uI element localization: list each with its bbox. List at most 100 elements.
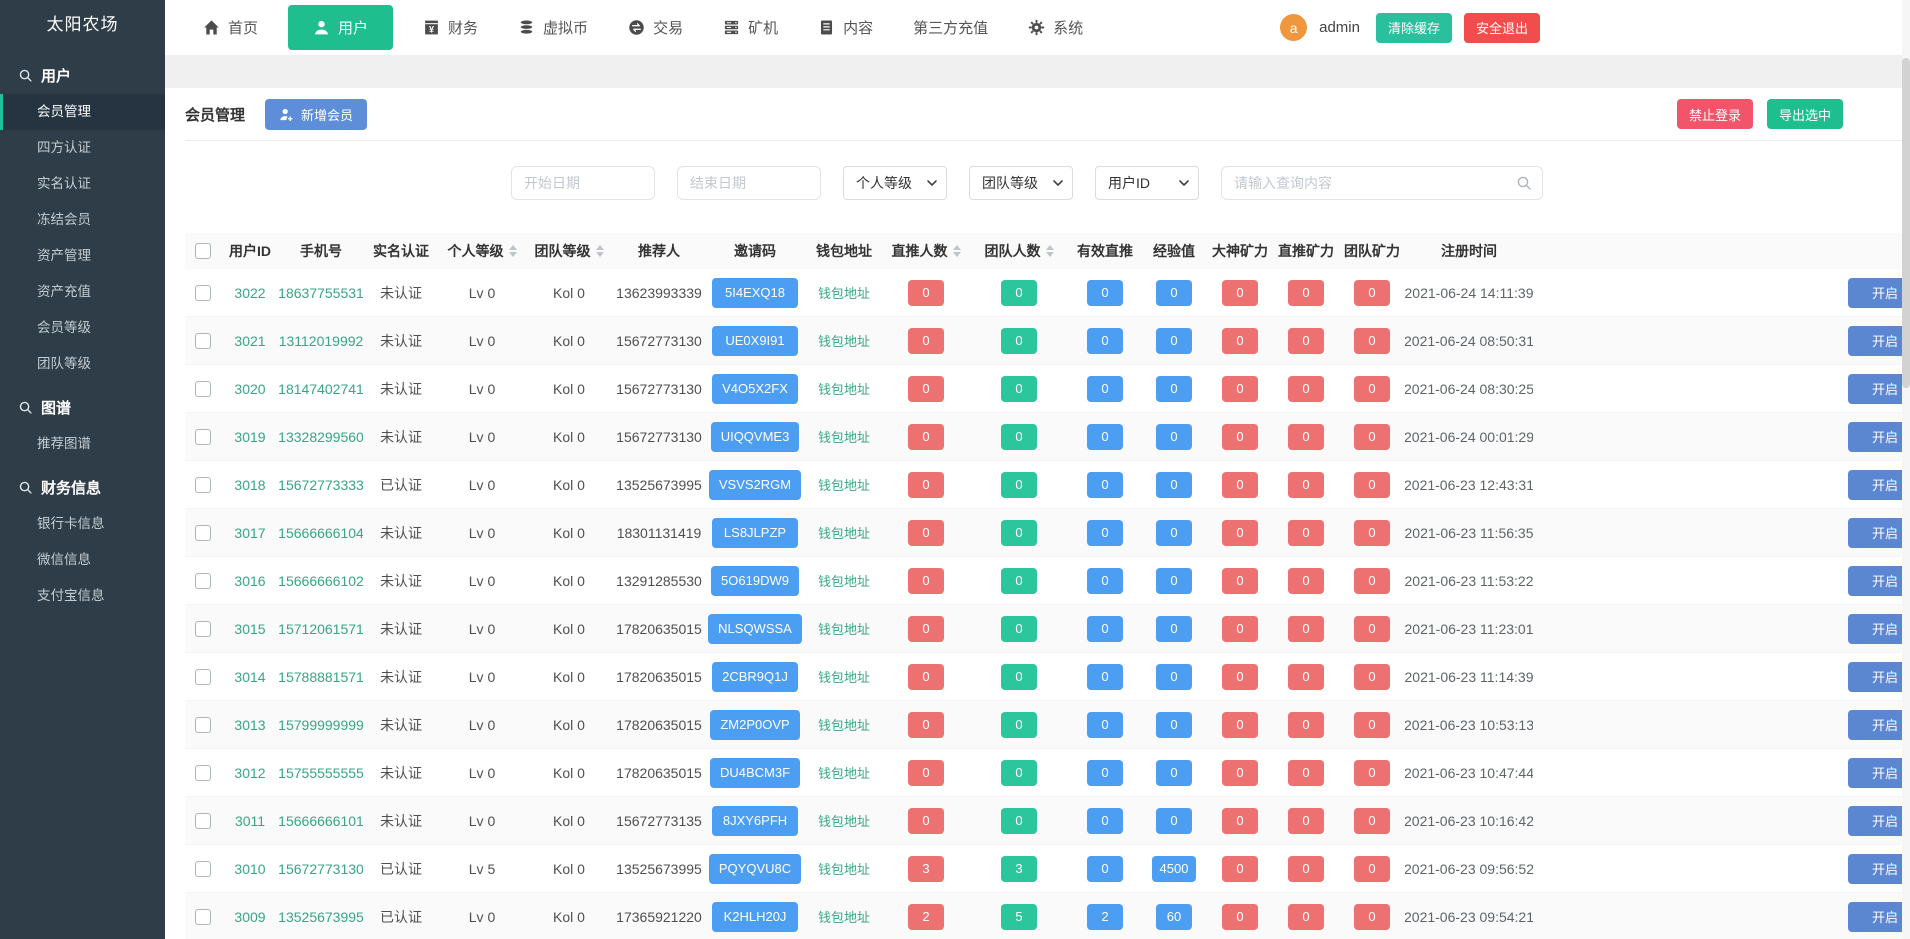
column-header-level[interactable]: 个人等级 <box>439 241 525 261</box>
invite-code-badge[interactable]: K2HLH20J <box>712 902 798 932</box>
open-action-button[interactable]: 开启 <box>1848 662 1910 692</box>
invite-code-badge[interactable]: VSVS2RGM <box>709 470 801 500</box>
phone-link[interactable]: 15672773333 <box>279 477 363 493</box>
search-field-select-control[interactable]: 用户ID <box>1095 166 1199 200</box>
personal-level-select[interactable]: 个人等级 <box>843 166 947 200</box>
phone-link[interactable]: 15666666102 <box>279 573 363 589</box>
user-id-link[interactable]: 3013 <box>234 717 265 733</box>
user-id-link[interactable]: 3015 <box>234 621 265 637</box>
phone-link[interactable]: 15712061571 <box>279 621 363 637</box>
phone-link[interactable]: 15799999999 <box>279 717 363 733</box>
user-id-link[interactable]: 3011 <box>235 813 265 829</box>
user-id-link[interactable]: 3012 <box>234 765 265 781</box>
invite-code-badge[interactable]: UIQQVME3 <box>711 422 800 452</box>
export-selected-button[interactable]: 导出选中 <box>1767 99 1843 129</box>
clear-cache-button[interactable]: 清除缓存 <box>1376 13 1452 43</box>
user-id-link[interactable]: 3018 <box>234 477 265 493</box>
nav-tab-5[interactable]: 矿机 <box>703 0 798 55</box>
sidebar-item[interactable]: 支付宝信息 <box>0 578 165 614</box>
start-date-input[interactable] <box>511 166 655 200</box>
sidebar-item[interactable]: 会员管理 <box>0 94 165 130</box>
nav-tab-6[interactable]: 内容 <box>798 0 893 55</box>
phone-link[interactable]: 15666666104 <box>279 525 363 541</box>
open-action-button[interactable]: 开启 <box>1848 278 1910 308</box>
phone-link[interactable]: 15672773130 <box>279 861 363 877</box>
wallet-address-link[interactable]: 钱包地址 <box>818 283 870 302</box>
row-checkbox[interactable] <box>195 285 211 301</box>
user-id-link[interactable]: 3019 <box>234 429 265 445</box>
scrollbar-thumb[interactable] <box>1902 58 1910 388</box>
nav-tab-1[interactable]: 用户 <box>288 5 393 50</box>
phone-link[interactable]: 18147402741 <box>279 381 363 397</box>
phone-link[interactable]: 13112019992 <box>279 333 363 349</box>
row-checkbox[interactable] <box>195 765 211 781</box>
phone-link[interactable]: 13328299560 <box>279 429 363 445</box>
open-action-button[interactable]: 开启 <box>1848 566 1910 596</box>
wallet-address-link[interactable]: 钱包地址 <box>818 475 870 494</box>
row-checkbox[interactable] <box>195 909 211 925</box>
user-id-link[interactable]: 3020 <box>234 381 265 397</box>
sort-icon[interactable] <box>509 245 517 257</box>
select-all-checkbox[interactable] <box>195 243 211 259</box>
nav-tab-0[interactable]: 首页 <box>183 0 278 55</box>
user-id-link[interactable]: 3010 <box>234 861 265 877</box>
invite-code-badge[interactable]: PQYQVU8C <box>709 854 801 884</box>
wallet-address-link[interactable]: 钱包地址 <box>818 715 870 734</box>
sort-icon[interactable] <box>1046 245 1054 257</box>
phone-link[interactable]: 15666666101 <box>279 813 363 829</box>
row-checkbox[interactable] <box>195 381 211 397</box>
search-icon[interactable] <box>1516 175 1532 191</box>
invite-code-badge[interactable]: 2CBR9Q1J <box>712 662 798 692</box>
forbid-login-button[interactable]: 禁止登录 <box>1677 99 1753 129</box>
row-checkbox[interactable] <box>195 573 211 589</box>
column-header-direct_count[interactable]: 直推人数 <box>883 241 969 261</box>
nav-tab-2[interactable]: ¥财务 <box>403 0 498 55</box>
user-id-link[interactable]: 3009 <box>234 909 265 925</box>
avatar[interactable]: a <box>1280 14 1307 41</box>
sidebar-item[interactable]: 推荐图谱 <box>0 426 165 462</box>
open-action-button[interactable]: 开启 <box>1848 470 1910 500</box>
sidebar-item[interactable]: 冻结会员 <box>0 202 165 238</box>
row-checkbox[interactable] <box>195 333 211 349</box>
wallet-address-link[interactable]: 钱包地址 <box>818 331 870 350</box>
sidebar-item[interactable]: 团队等级 <box>0 346 165 382</box>
invite-code-badge[interactable]: LS8JLPZP <box>712 518 798 548</box>
wallet-address-link[interactable]: 钱包地址 <box>818 523 870 542</box>
user-id-link[interactable]: 3014 <box>234 669 265 685</box>
team-level-select-control[interactable]: 团队等级 <box>969 166 1073 200</box>
open-action-button[interactable]: 开启 <box>1848 374 1910 404</box>
open-action-button[interactable]: 开启 <box>1848 422 1910 452</box>
wallet-address-link[interactable]: 钱包地址 <box>818 379 870 398</box>
sort-icon[interactable] <box>596 245 604 257</box>
row-checkbox[interactable] <box>195 813 211 829</box>
page-scrollbar[interactable] <box>1902 0 1910 939</box>
row-checkbox[interactable] <box>195 861 211 877</box>
team-level-select[interactable]: 团队等级 <box>969 166 1073 200</box>
invite-code-badge[interactable]: 5O619DW9 <box>711 566 799 596</box>
wallet-address-link[interactable]: 钱包地址 <box>818 667 870 686</box>
invite-code-badge[interactable]: UE0X9I91 <box>712 326 798 356</box>
open-action-button[interactable]: 开启 <box>1848 854 1910 884</box>
open-action-button[interactable]: 开启 <box>1848 710 1910 740</box>
sort-icon[interactable] <box>953 245 961 257</box>
wallet-address-link[interactable]: 钱包地址 <box>818 907 870 926</box>
wallet-address-link[interactable]: 钱包地址 <box>818 763 870 782</box>
open-action-button[interactable]: 开启 <box>1848 806 1910 836</box>
nav-tab-7[interactable]: 第三方充值 <box>893 0 1008 55</box>
open-action-button[interactable]: 开启 <box>1848 902 1910 932</box>
row-checkbox[interactable] <box>195 669 211 685</box>
wallet-address-link[interactable]: 钱包地址 <box>818 619 870 638</box>
add-member-button[interactable]: 新增会员 <box>265 99 367 130</box>
end-date-input[interactable] <box>677 166 821 200</box>
phone-link[interactable]: 15788881571 <box>279 669 363 685</box>
sidebar-item[interactable]: 资产管理 <box>0 238 165 274</box>
sidebar-item[interactable]: 会员等级 <box>0 310 165 346</box>
open-action-button[interactable]: 开启 <box>1848 758 1910 788</box>
invite-code-badge[interactable]: NLSQWSSA <box>708 614 802 644</box>
wallet-address-link[interactable]: 钱包地址 <box>818 811 870 830</box>
invite-code-badge[interactable]: 5I4EXQ18 <box>712 278 798 308</box>
column-header-team_level[interactable]: 团队等级 <box>525 241 613 261</box>
open-action-button[interactable]: 开启 <box>1848 326 1910 356</box>
sidebar-item[interactable]: 银行卡信息 <box>0 506 165 542</box>
row-checkbox[interactable] <box>195 717 211 733</box>
